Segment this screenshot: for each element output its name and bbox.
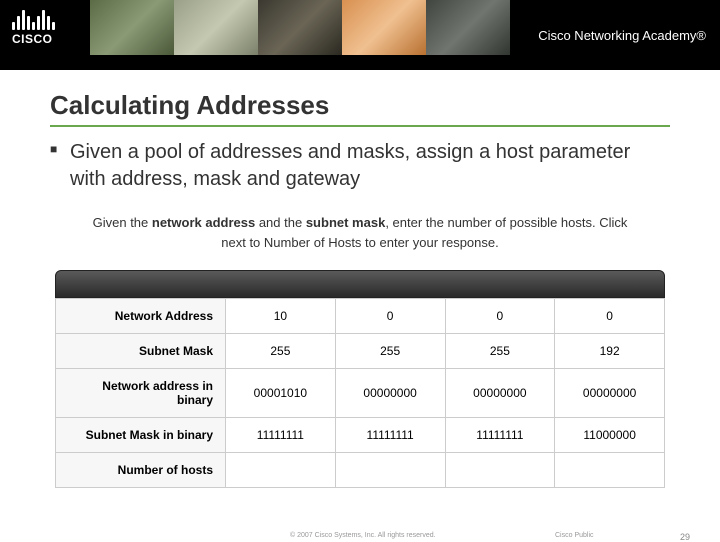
cell: 00001010 — [226, 369, 336, 418]
cell: 00000000 — [335, 369, 445, 418]
cell: 00000000 — [445, 369, 555, 418]
cell: 255 — [335, 334, 445, 369]
cisco-bridge-icon — [12, 8, 55, 30]
table-row: Network address in binary 00001010 00000… — [56, 369, 665, 418]
cisco-logo: CISCO — [12, 8, 55, 46]
activity-area: Given the network address and the subnet… — [50, 213, 670, 488]
footer-public: Cisco Public — [555, 532, 594, 539]
cell: 11000000 — [555, 418, 665, 453]
row-label: Subnet Mask — [56, 334, 226, 369]
banner-faces — [90, 0, 510, 55]
banner-face — [174, 0, 258, 55]
slide-bullet: Given a pool of addresses and masks, ass… — [50, 139, 670, 193]
cisco-logo-text: CISCO — [12, 32, 55, 46]
cell: 11111111 — [226, 418, 336, 453]
cell: 11111111 — [335, 418, 445, 453]
row-label: Network address in binary — [56, 369, 226, 418]
text-bold: network address — [152, 215, 255, 230]
cell: 00000000 — [555, 369, 665, 418]
footer-copyright: © 2007 Cisco Systems, Inc. All rights re… — [290, 532, 436, 539]
address-table: Network Address 10 0 0 0 Subnet Mask 255… — [55, 270, 665, 488]
table-row[interactable]: Number of hosts — [56, 453, 665, 488]
text: and the — [255, 215, 306, 230]
banner-face — [342, 0, 426, 55]
text: Given the — [93, 215, 152, 230]
table-row: Subnet Mask in binary 11111111 11111111 … — [56, 418, 665, 453]
table-row: Subnet Mask 255 255 255 192 — [56, 334, 665, 369]
row-label: Network Address — [56, 299, 226, 334]
banner-face — [258, 0, 342, 55]
hosts-input-cell[interactable] — [226, 453, 336, 488]
cell: 255 — [445, 334, 555, 369]
cell: 0 — [445, 299, 555, 334]
address-table-body: Network Address 10 0 0 0 Subnet Mask 255… — [55, 298, 665, 488]
cell: 11111111 — [445, 418, 555, 453]
activity-instruction: Given the network address and the subnet… — [90, 213, 630, 252]
header-banner: CISCO Cisco Networking Academy® — [0, 0, 720, 70]
table-header-bar — [55, 270, 665, 298]
row-label: Number of hosts — [56, 453, 226, 488]
table-row: Network Address 10 0 0 0 — [56, 299, 665, 334]
cell: 192 — [555, 334, 665, 369]
cell: 0 — [335, 299, 445, 334]
academy-text: Cisco Networking Academy® — [538, 28, 706, 43]
banner-face — [426, 0, 510, 55]
hosts-input-cell[interactable] — [445, 453, 555, 488]
cell: 255 — [226, 334, 336, 369]
footer-page: 29 — [680, 532, 690, 542]
text-bold: subnet mask — [306, 215, 385, 230]
cell: 10 — [226, 299, 336, 334]
hosts-input-cell[interactable] — [335, 453, 445, 488]
banner-face — [90, 0, 174, 55]
slide-body: Calculating Addresses Given a pool of ad… — [0, 70, 720, 488]
slide-title: Calculating Addresses — [50, 90, 670, 127]
row-label: Subnet Mask in binary — [56, 418, 226, 453]
cell: 0 — [555, 299, 665, 334]
hosts-input-cell[interactable] — [555, 453, 665, 488]
